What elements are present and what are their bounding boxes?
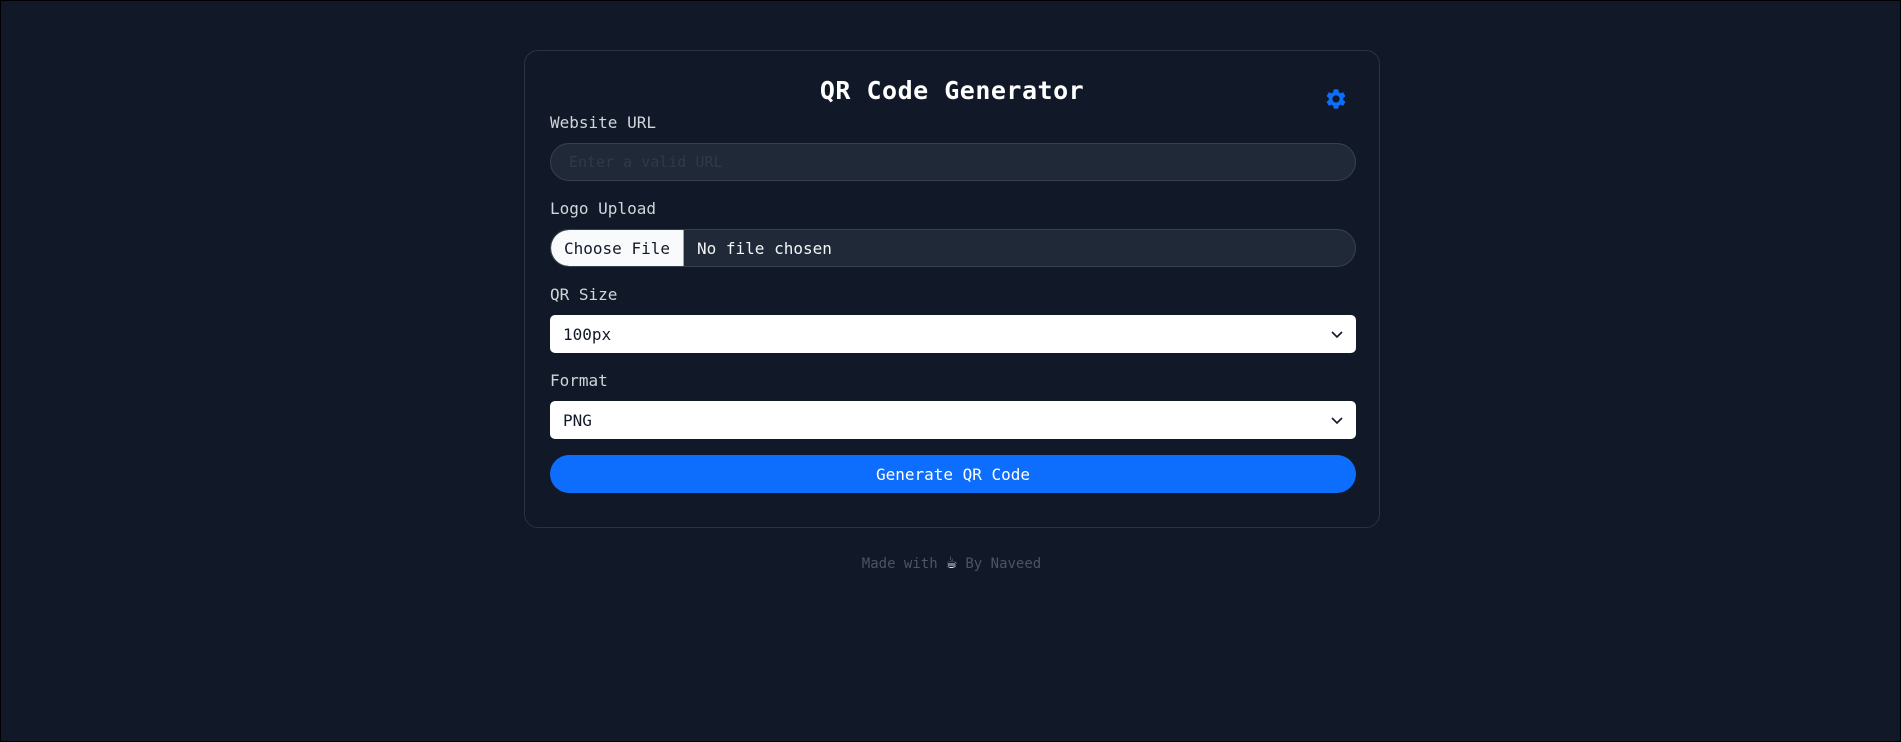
file-status-text: No file chosen [697,238,832,258]
page-title: QR Code Generator [819,76,1085,105]
generate-qr-button[interactable]: Generate QR Code [550,455,1356,493]
format-label: Format [550,371,608,390]
gear-icon[interactable] [1324,87,1348,111]
footer-credit: Made with ☕ By Naveed [1,552,1901,573]
footer-made-with: Made with [861,556,938,572]
coffee-icon: ☕ [946,552,957,573]
qr-generator-card: QR Code Generator Website URL Logo Uploa… [524,50,1380,528]
format-select[interactable]: PNG [550,401,1356,439]
chevron-down-icon [1331,417,1343,425]
website-url-label: Website URL [550,113,656,132]
website-url-input[interactable] [550,143,1356,181]
logo-file-input[interactable]: Choose File No file chosen [550,229,1356,267]
format-value: PNG [563,410,592,430]
logo-upload-label: Logo Upload [550,199,656,218]
footer-author: By Naveed [965,556,1042,572]
chevron-down-icon [1331,331,1343,339]
qr-size-select[interactable]: 100px [550,315,1356,353]
qr-size-value: 100px [563,324,612,344]
choose-file-button[interactable]: Choose File [551,230,684,266]
qr-size-label: QR Size [550,285,618,304]
page-frame: QR Code Generator Website URL Logo Uploa… [0,0,1901,742]
